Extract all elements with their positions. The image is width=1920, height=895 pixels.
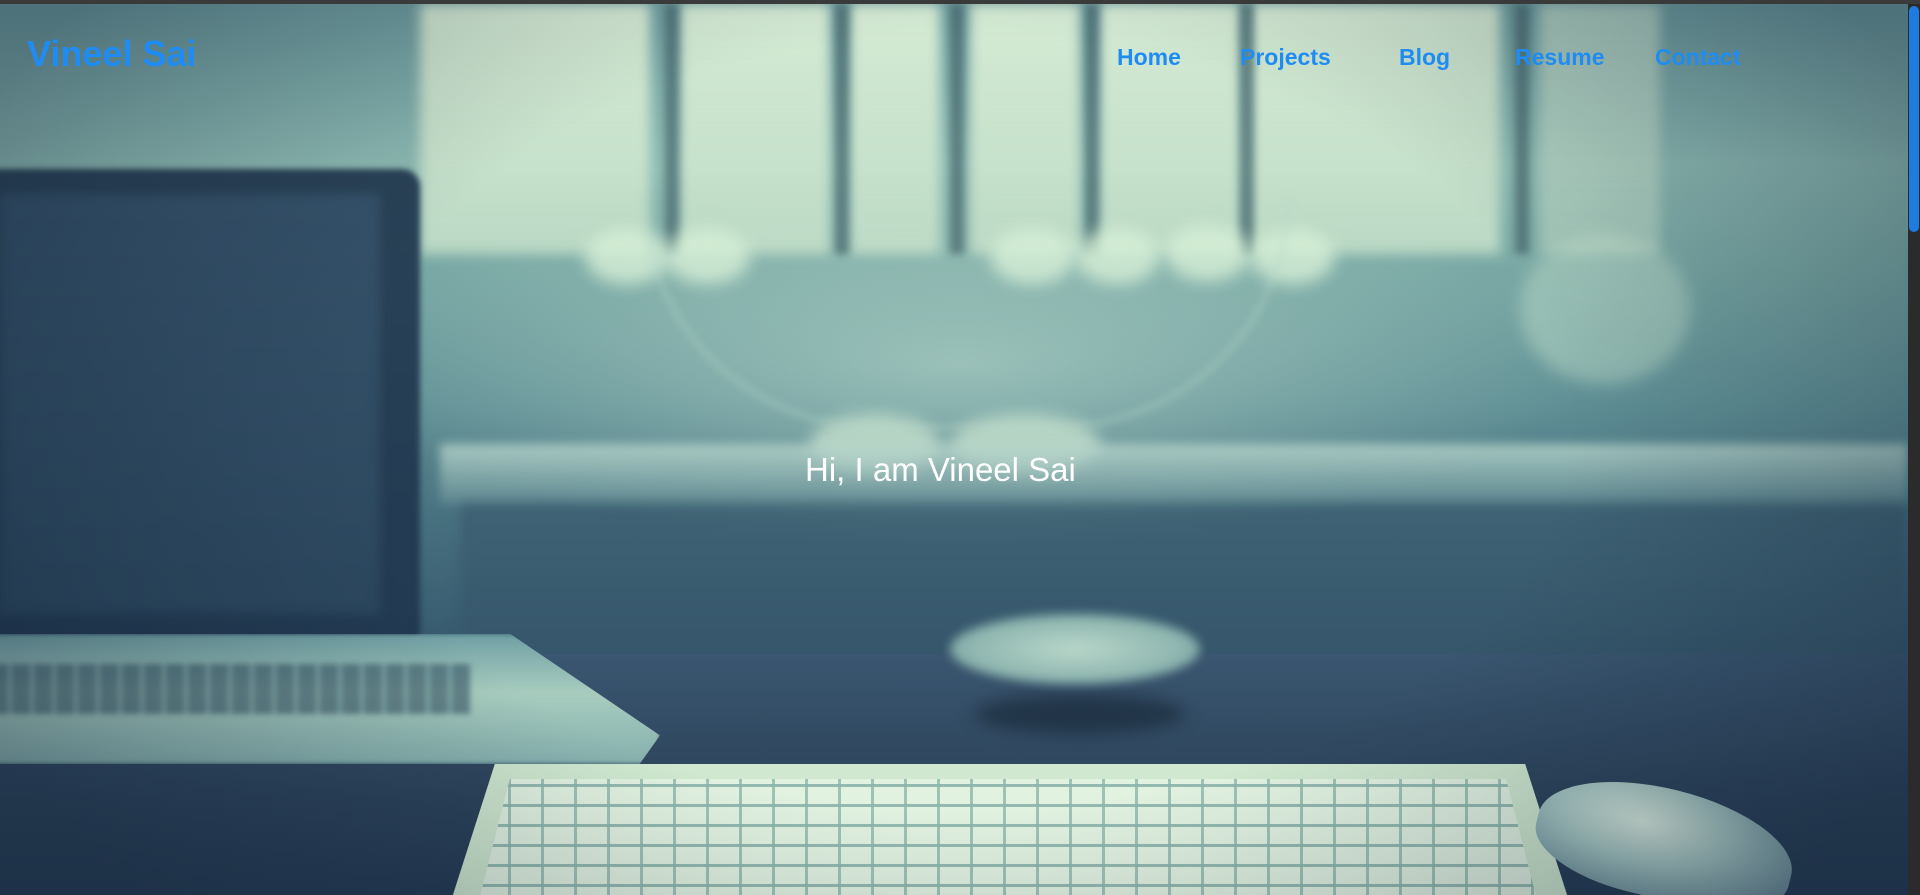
nav-link-projects[interactable]: Projects <box>1240 42 1331 72</box>
scrollbar-thumb[interactable] <box>1909 6 1919 232</box>
hero-heading: Hi, I am Vineel Sai <box>805 451 1076 488</box>
nav-link-contact[interactable]: Contact <box>1655 42 1741 72</box>
nav-link-home[interactable]: Home <box>1117 42 1181 72</box>
nav-link-blog[interactable]: Blog <box>1399 42 1450 72</box>
nav-link-resume[interactable]: Resume <box>1515 42 1604 72</box>
main-nav: Home Projects Blog Resume Contact <box>0 42 1908 72</box>
dish-image <box>950 614 1200 684</box>
site-header: Vineel Sai Home Projects Blog Resume Con… <box>0 4 1908 104</box>
